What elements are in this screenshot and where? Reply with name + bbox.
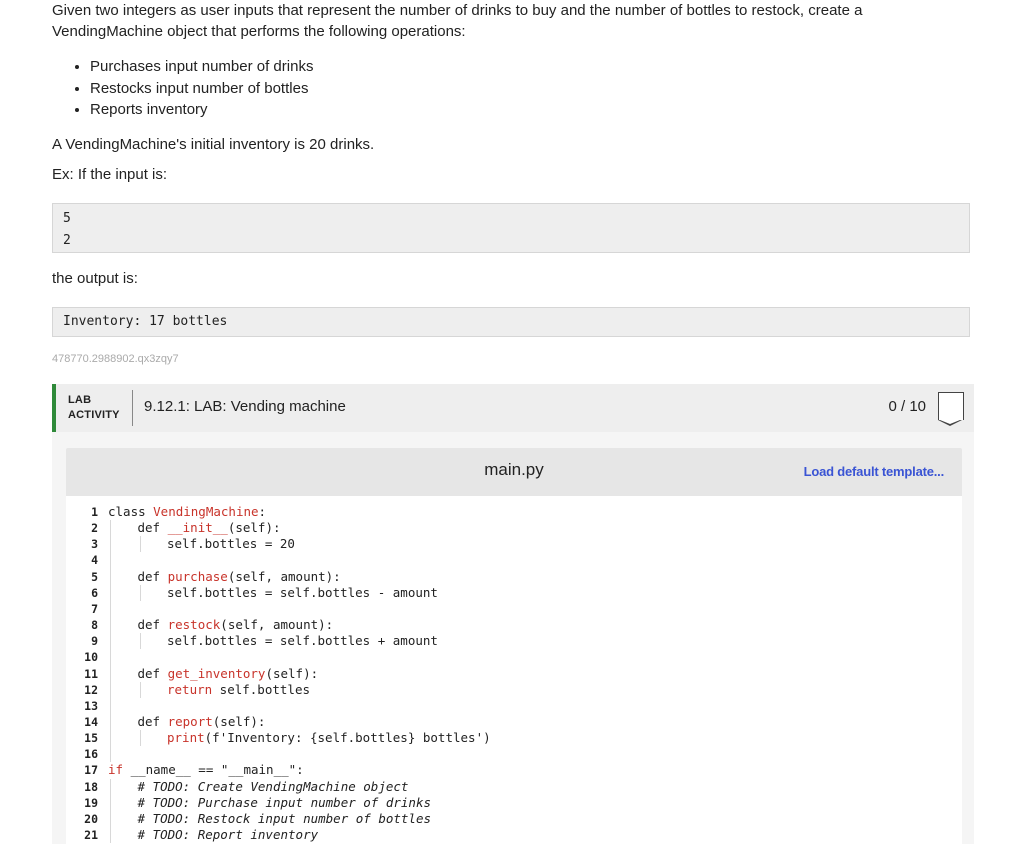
code-text: def report(self): [138,714,266,730]
code-area[interactable]: 1 class VendingMachine: 2 def __init__(self… [66,496,962,844]
lab-score: 0 / 10 [888,398,926,415]
line-number: 17 [84,763,98,778]
line-number: 13 [84,698,98,713]
code-token: (self): [227,520,281,536]
line-number: 11 [84,666,98,681]
indent-guide [139,730,141,747]
code-token: def [137,520,168,536]
line-number: 14 [84,714,98,729]
code-text: self.bottles = self.bottles - amount [167,585,438,601]
list-item: Restocks input number of bottles [90,78,313,100]
indent-guide [139,584,141,601]
initial-inventory-text: A VendingMachine's initial inventory is … [52,136,375,153]
code-text: # TODO: Purchase input number of drinks [138,795,432,811]
line-number: 4 [91,553,98,568]
completion-badge-icon [938,392,964,426]
code-token: self.bottles = self.bottles + amount [167,633,438,649]
code-token: class [108,504,154,519]
code-text: return self.bottles [167,682,310,698]
line-number: 3 [91,537,98,552]
code-token: VendingMachine [153,504,259,519]
activity-id: 478770.2988902.qx3zqy7 [52,353,179,365]
code-token: print [167,730,205,746]
input-line: 2 [63,233,71,248]
code-token: self.bottles = 20 [167,536,295,552]
output-label: the output is: [52,270,138,287]
code-token: def [137,617,168,633]
line-number: 8 [91,618,98,633]
example-output-box: Inventory: 17 bottles [52,307,970,337]
lab-activity-header: LAB ACTIVITY 9.12.1: LAB: Vending machin… [52,384,974,432]
line-number: 20 [84,811,98,826]
operations-list: Purchases input number of drinks Restock… [52,56,313,121]
code-token: : [258,504,267,519]
code-text: # TODO: Report inventory [138,827,319,843]
line-number: 10 [84,650,98,665]
lab-activity-tag: LAB ACTIVITY [68,394,120,421]
line-number: 2 [91,521,98,536]
code-text: if __name__ == "__main__": [108,762,304,778]
code-token: def [137,713,168,729]
code-token: if [108,762,131,778]
code-text: def purchase(self, amount): [138,569,341,585]
line-number: 16 [84,747,98,762]
code-text: def __init__(self): [138,520,281,536]
code-token: self.bottles [212,681,310,697]
line-number: 7 [91,601,98,616]
output-text: Inventory: 17 bottles [63,314,228,329]
prompt-intro: Given two integers as user inputs that r… [52,2,863,40]
code-token: def [137,665,168,681]
input-line: 5 [63,211,71,226]
indent-guide [139,536,141,553]
line-number: 12 [84,682,98,697]
example-input-box: 5 2 [52,203,970,253]
code-text: self.bottles = self.bottles + amount [167,633,438,649]
line-number: 15 [84,731,98,746]
load-default-template-link[interactable]: Load default template... [804,464,945,479]
code-token: get_inventory [167,665,266,681]
indent-guide [110,520,111,763]
code-token: def [137,568,168,584]
code-token: (self, amount): [220,617,334,633]
lab-title: 9.12.1: LAB: Vending machine [144,398,346,415]
code-token: (self): [212,713,266,729]
code-editor-panel: main.py Load default template... 1 class … [52,432,974,844]
code-token: report [167,713,213,729]
line-number: 21 [84,828,98,842]
indent-guide [110,778,111,844]
line-number: 19 [84,795,98,810]
editor-header: main.py Load default template... [66,448,962,496]
code-text: self.bottles = 20 [167,536,295,552]
code-text: def restock(self, amount): [138,617,334,633]
code-token: return [167,681,213,697]
code-token: __name__ == "__main__": [130,762,304,778]
code-text: # TODO: Restock input number of bottles [138,811,432,827]
code-token: # TODO: Restock input number of bottles [137,810,432,826]
list-item: Reports inventory [90,99,313,121]
code-token: __init__ [167,520,228,536]
indent-guide [139,681,141,698]
code-token: restock [167,617,221,633]
code-token: (f'Inventory: {self.bottles} bottles') [204,730,491,746]
divider [132,390,133,426]
code-text: class VendingMachine: [108,504,266,520]
example-label: Ex: If the input is: [52,166,168,183]
code-token: # TODO: Purchase input number of drinks [137,794,432,810]
line-number: 9 [91,634,98,649]
line-number: 5 [91,569,98,584]
code-token: # TODO: Report inventory [137,827,319,842]
code-token: purchase [167,568,228,584]
line-number: 1 [91,505,98,519]
code-text: def get_inventory(self): [138,666,319,682]
code-token: # TODO: Create VendingMachine object [137,778,409,794]
line-number: 6 [91,585,98,600]
list-item: Purchases input number of drinks [90,56,313,78]
line-number: 18 [84,779,98,794]
code-text: # TODO: Create VendingMachine object [138,779,409,795]
indent-guide [139,633,141,650]
code-text: print(f'Inventory: {self.bottles} bottle… [167,730,491,746]
code-token: self.bottles = self.bottles - amount [167,584,438,600]
code-token: (self, amount): [227,568,341,584]
code-token: (self): [265,665,319,681]
